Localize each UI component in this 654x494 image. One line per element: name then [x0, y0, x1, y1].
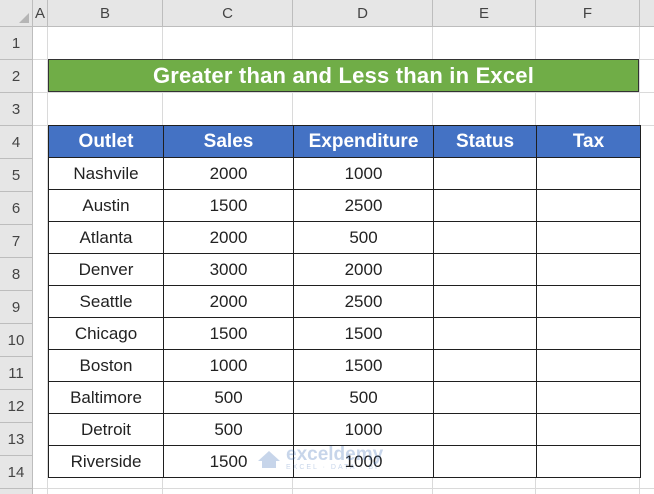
spreadsheet: A B C D E F 1 2 3 4 5 6 7 8 9 10 11 12 1…: [0, 0, 654, 494]
column-header-c[interactable]: C: [163, 0, 293, 27]
table-row: Detroit 500 1000: [48, 413, 641, 446]
row-header-3[interactable]: 3: [0, 93, 33, 126]
table-row: Chicago 1500 1500: [48, 317, 641, 350]
outlet-cell[interactable]: Denver: [48, 253, 164, 286]
expenditure-cell[interactable]: 500: [293, 221, 434, 254]
outlet-cell[interactable]: Nashvile: [48, 157, 164, 190]
table-row: Baltimore 500 500: [48, 381, 641, 414]
expenditure-cell[interactable]: 1500: [293, 349, 434, 382]
table-row: Denver 3000 2000: [48, 253, 641, 286]
row-header-2[interactable]: 2: [0, 60, 33, 93]
tax-cell[interactable]: [536, 221, 641, 254]
sales-cell[interactable]: 500: [163, 381, 294, 414]
select-all-triangle-icon: [19, 13, 29, 23]
expenditure-cell[interactable]: 1500: [293, 317, 434, 350]
row-header-15[interactable]: [0, 489, 33, 494]
status-cell[interactable]: [433, 285, 537, 318]
row-header-11[interactable]: 11: [0, 357, 33, 390]
sales-cell[interactable]: 1500: [163, 317, 294, 350]
expenditure-cell[interactable]: 2000: [293, 253, 434, 286]
expenditure-cell[interactable]: 1000: [293, 445, 434, 478]
status-cell[interactable]: [433, 317, 537, 350]
row-header-9[interactable]: 9: [0, 291, 33, 324]
column-header-e[interactable]: E: [433, 0, 536, 27]
expenditure-cell[interactable]: 500: [293, 381, 434, 414]
tax-cell[interactable]: [536, 445, 641, 478]
status-cell[interactable]: [433, 445, 537, 478]
header-expenditure[interactable]: Expenditure: [293, 125, 434, 158]
table-row: Boston 1000 1500: [48, 349, 641, 382]
status-cell[interactable]: [433, 189, 537, 222]
row-header-7[interactable]: 7: [0, 225, 33, 258]
expenditure-cell[interactable]: 2500: [293, 189, 434, 222]
outlet-cell[interactable]: Boston: [48, 349, 164, 382]
outlet-cell[interactable]: Chicago: [48, 317, 164, 350]
tax-cell[interactable]: [536, 189, 641, 222]
table-row: Seattle 2000 2500: [48, 285, 641, 318]
outlet-cell[interactable]: Baltimore: [48, 381, 164, 414]
gridline: [33, 488, 654, 489]
status-cell[interactable]: [433, 413, 537, 446]
column-header-f[interactable]: F: [536, 0, 640, 27]
outlet-cell[interactable]: Riverside: [48, 445, 164, 478]
sales-cell[interactable]: 1000: [163, 349, 294, 382]
gridline: [33, 92, 654, 93]
row-header-10[interactable]: 10: [0, 324, 33, 357]
expenditure-cell[interactable]: 1000: [293, 157, 434, 190]
row-header-4[interactable]: 4: [0, 126, 33, 159]
sales-cell[interactable]: 2000: [163, 157, 294, 190]
tax-cell[interactable]: [536, 381, 641, 414]
outlet-cell[interactable]: Austin: [48, 189, 164, 222]
status-cell[interactable]: [433, 253, 537, 286]
sales-cell[interactable]: 2000: [163, 221, 294, 254]
tax-cell[interactable]: [536, 349, 641, 382]
column-header-a[interactable]: A: [33, 0, 48, 27]
tax-cell[interactable]: [536, 285, 641, 318]
title-banner[interactable]: Greater than and Less than in Excel: [48, 59, 639, 92]
table-header-row: Outlet Sales Expenditure Status Tax: [48, 125, 641, 158]
tax-cell[interactable]: [536, 253, 641, 286]
header-sales[interactable]: Sales: [163, 125, 294, 158]
table-row: Austin 1500 2500: [48, 189, 641, 222]
outlet-cell[interactable]: Atlanta: [48, 221, 164, 254]
tax-cell[interactable]: [536, 157, 641, 190]
expenditure-cell[interactable]: 1000: [293, 413, 434, 446]
header-status[interactable]: Status: [433, 125, 537, 158]
table-row: Riverside 1500 1000: [48, 445, 641, 478]
sales-cell[interactable]: 500: [163, 413, 294, 446]
header-tax[interactable]: Tax: [536, 125, 641, 158]
table-row: Nashvile 2000 1000: [48, 157, 641, 190]
outlet-cell[interactable]: Detroit: [48, 413, 164, 446]
status-cell[interactable]: [433, 349, 537, 382]
outlet-cell[interactable]: Seattle: [48, 285, 164, 318]
row-header-6[interactable]: 6: [0, 192, 33, 225]
column-header-b[interactable]: B: [48, 0, 163, 27]
row-header-8[interactable]: 8: [0, 258, 33, 291]
column-header-d[interactable]: D: [293, 0, 433, 27]
row-header-12[interactable]: 12: [0, 390, 33, 423]
table-row: Atlanta 2000 500: [48, 221, 641, 254]
header-outlet[interactable]: Outlet: [48, 125, 164, 158]
sales-cell[interactable]: 2000: [163, 285, 294, 318]
status-cell[interactable]: [433, 381, 537, 414]
row-header-13[interactable]: 13: [0, 423, 33, 456]
row-header-14[interactable]: 14: [0, 456, 33, 489]
status-cell[interactable]: [433, 221, 537, 254]
outlet-table: Outlet Sales Expenditure Status Tax Nash…: [48, 125, 641, 478]
expenditure-cell[interactable]: 2500: [293, 285, 434, 318]
sales-cell[interactable]: 1500: [163, 445, 294, 478]
sales-cell[interactable]: 1500: [163, 189, 294, 222]
status-cell[interactable]: [433, 157, 537, 190]
sales-cell[interactable]: 3000: [163, 253, 294, 286]
select-all-button[interactable]: [0, 0, 33, 27]
row-header-5[interactable]: 5: [0, 159, 33, 192]
tax-cell[interactable]: [536, 317, 641, 350]
tax-cell[interactable]: [536, 413, 641, 446]
column-header-g[interactable]: [640, 0, 654, 27]
row-header-1[interactable]: 1: [0, 27, 33, 60]
